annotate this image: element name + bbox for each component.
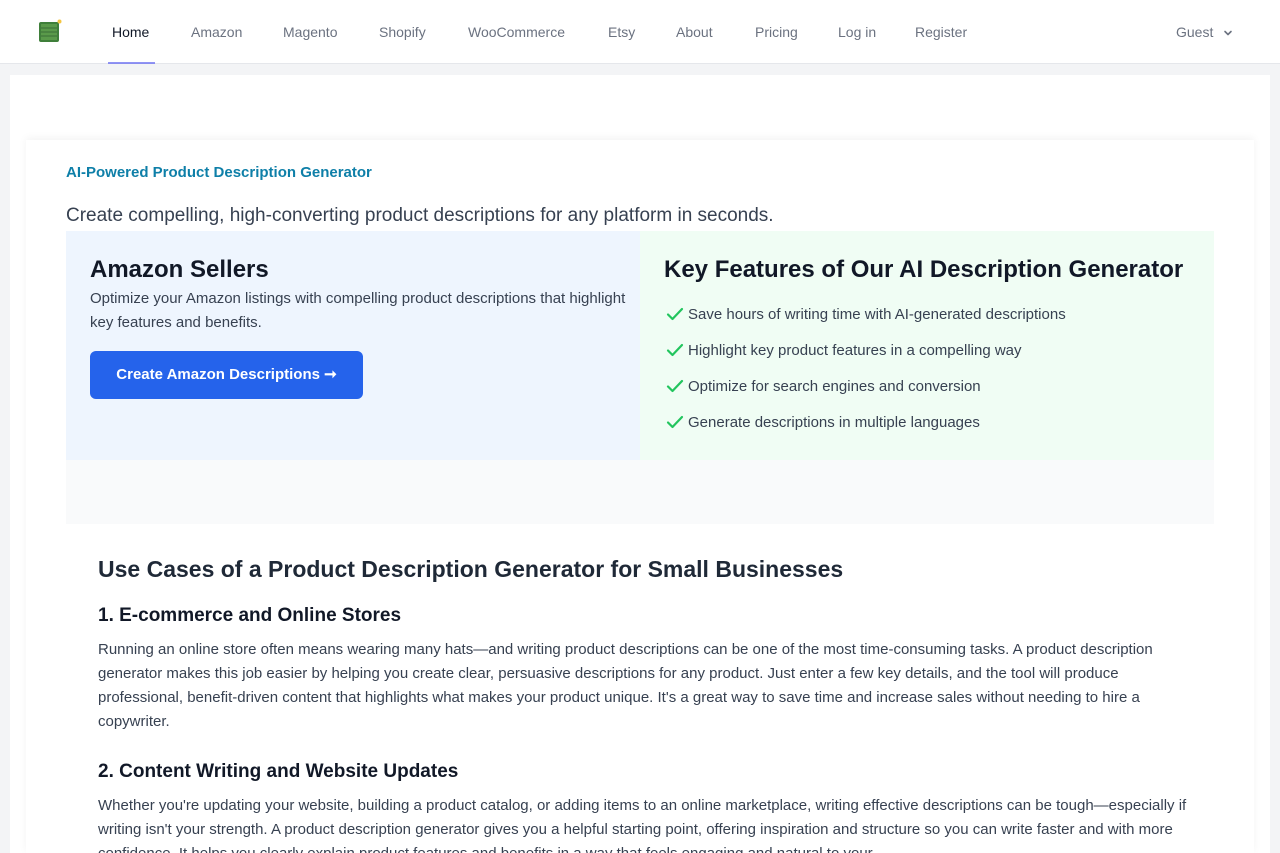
nav-magento[interactable]: Magento (283, 0, 337, 64)
hero-subtitle: Create compelling, high-converting produ… (66, 205, 774, 226)
use-case-heading: 2. Content Writing and Website Updates (98, 761, 459, 782)
feature-item: Optimize for search engines and conversi… (666, 376, 981, 398)
features-panel-title: Key Features of Our AI Description Gener… (664, 256, 1184, 283)
nav-register[interactable]: Register (915, 0, 967, 64)
nav-about[interactable]: About (676, 0, 713, 64)
nav-woocommerce[interactable]: WooCommerce (468, 0, 565, 64)
nav-etsy[interactable]: Etsy (608, 0, 635, 64)
use-case-text: Running an online store often means wear… (98, 641, 1153, 730)
nav-active-indicator (108, 62, 155, 64)
nav-home[interactable]: Home (112, 0, 149, 64)
feature-item-label: Optimize for search engines and conversi… (688, 378, 981, 395)
check-icon (666, 379, 684, 392)
top-navigation: Home Amazon Magento Shopify WooCommerce … (0, 0, 1280, 64)
amazon-panel-text: Optimize your Amazon listings with compe… (90, 290, 626, 331)
user-menu[interactable]: Guest (1176, 0, 1233, 64)
user-menu-label: Guest (1176, 24, 1214, 40)
check-icon (666, 343, 684, 356)
feature-item-label: Save hours of writing time with AI-gener… (688, 306, 1066, 323)
app-logo-icon[interactable] (38, 19, 62, 43)
check-icon (666, 415, 684, 428)
create-amazon-descriptions-button[interactable]: Create Amazon Descriptions ➞ (90, 351, 363, 399)
use-case-text: Whether you're updating your website, bu… (98, 797, 1187, 853)
feature-item: Highlight key product features in a comp… (666, 340, 1022, 362)
nav-shopify[interactable]: Shopify (379, 0, 426, 64)
check-icon (666, 307, 684, 320)
use-cases-title: Use Cases of a Product Description Gener… (98, 556, 844, 582)
chevron-down-icon (1224, 30, 1233, 36)
nav-pricing[interactable]: Pricing (755, 0, 798, 64)
amazon-panel-title: Amazon Sellers (90, 256, 269, 283)
feature-item: Save hours of writing time with AI-gener… (666, 304, 1066, 326)
feature-item-label: Generate descriptions in multiple langua… (688, 414, 980, 431)
hero-kicker: AI-Powered Product Description Generator (66, 164, 372, 181)
feature-item: Generate descriptions in multiple langua… (666, 412, 980, 434)
nav-login[interactable]: Log in (838, 0, 876, 64)
feature-item-label: Highlight key product features in a comp… (688, 342, 1022, 359)
nav-amazon[interactable]: Amazon (191, 0, 242, 64)
panel-spacer (66, 460, 1214, 524)
use-case-heading: 1. E-commerce and Online Stores (98, 605, 402, 626)
